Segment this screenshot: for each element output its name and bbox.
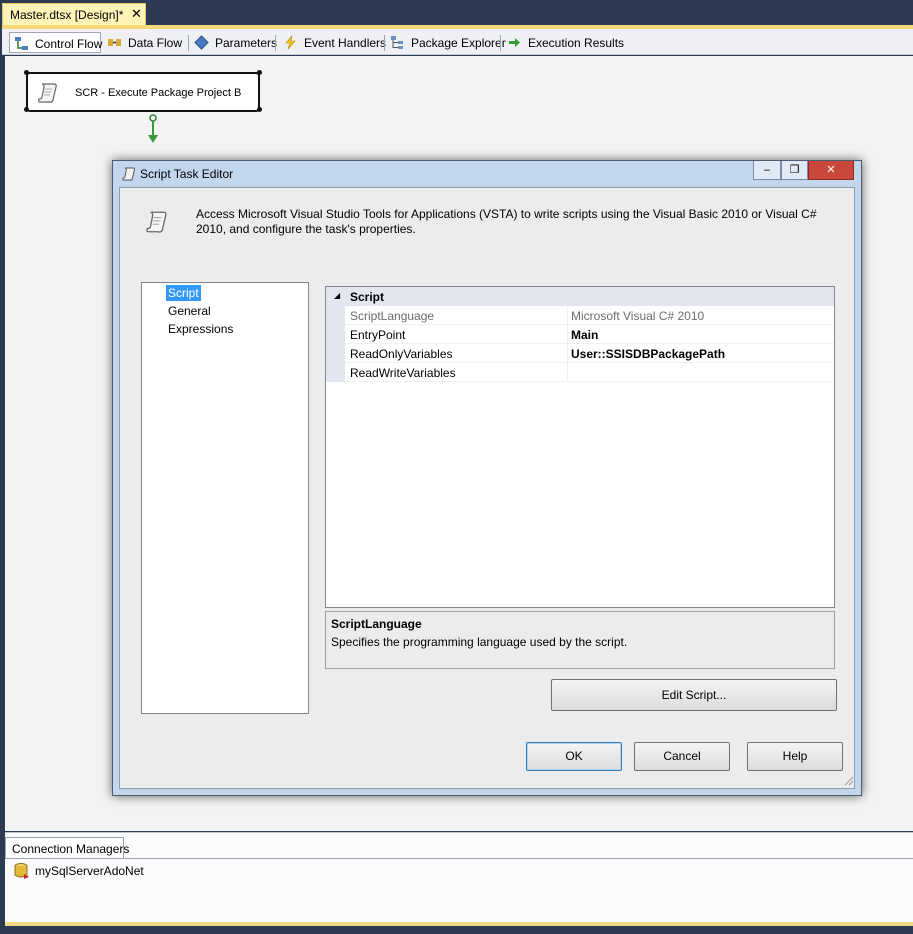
tab-separator [500,35,501,51]
property-row[interactable]: ReadWriteVariables [326,363,834,382]
cancel-button[interactable]: Cancel [634,742,730,771]
database-icon [14,863,29,879]
tab-execution-results[interactable]: Execution Results [503,32,625,53]
help-button[interactable]: Help [747,742,843,771]
property-grid: ◢ Script ScriptLanguage Microsoft Visual… [325,286,835,608]
task-label: SCR - Execute Package Project B [75,87,242,99]
property-row[interactable]: ReadOnlyVariables User::SSISDBPackagePat… [326,344,834,363]
data-flow-icon [108,39,121,46]
connection-managers-panel [5,832,913,925]
resize-grip-icon[interactable] [842,774,854,786]
dialog-description: Access Microsoft Visual Studio Tools for… [196,207,817,236]
resize-handle[interactable] [257,70,262,75]
tab-separator [384,35,385,51]
property-help-pane: ScriptLanguage Specifies the programming… [325,611,835,669]
nav-item-script[interactable]: Script [166,285,201,301]
tab-label: Connection Managers [12,842,130,856]
tab-separator [275,35,276,51]
property-name: ReadWriteVariables [350,366,456,380]
row-gutter [326,325,345,344]
property-value[interactable]: Microsoft Visual C# 2010 [571,309,704,323]
tab-connection-managers[interactable]: Connection Managers [5,837,129,859]
resize-handle[interactable] [24,107,29,112]
resize-handle[interactable] [24,70,29,75]
minimize-button[interactable]: – [753,161,781,180]
close-icon: ✕ [826,164,836,176]
column-divider [567,325,568,344]
tab-label: Execution Results [528,36,625,50]
nav-item-general[interactable]: General [166,303,213,319]
property-name: EntryPoint [350,328,406,342]
connection-manager-item[interactable]: mySqlServerAdoNet [13,862,144,883]
event-handlers-icon [285,35,296,50]
column-divider [567,306,568,325]
tab-separator [188,35,189,51]
tab-data-flow[interactable]: Data Flow [103,32,187,53]
property-value[interactable]: Main [571,328,598,342]
parameters-icon [194,35,209,50]
tab-parameters[interactable]: Parameters [190,32,278,53]
property-value[interactable]: User::SSISDBPackagePath [571,347,725,361]
edit-script-button[interactable]: Edit Script... [551,679,837,711]
tab-label: Event Handlers [304,36,387,50]
document-tab[interactable]: Master.dtsx [Design]* ✕ [2,3,146,25]
tab-package-explorer[interactable]: Package Explorer [386,32,506,53]
nav-item-expressions[interactable]: Expressions [166,321,235,337]
row-gutter [326,306,345,325]
tab-control-flow[interactable]: Control Flow [9,32,103,53]
collapse-icon[interactable]: ◢ [334,291,340,300]
help-title: ScriptLanguage [331,617,422,631]
category-label: Script [350,290,385,304]
column-divider [567,363,568,382]
document-tab-title: Master.dtsx [Design]* [10,8,124,22]
tab-label: Control Flow [35,37,103,51]
resize-handle[interactable] [257,107,262,112]
script-icon [38,83,57,103]
property-name: ReadOnlyVariables [350,347,453,361]
connection-manager-label: mySqlServerAdoNet [35,864,144,878]
help-text: Specifies the programming language used … [331,635,628,649]
minimize-icon: – [763,164,771,176]
tab-label: Data Flow [128,36,183,50]
ok-button[interactable]: OK [526,742,622,771]
editor-nav-list: Script General Expressions [141,282,309,714]
restore-button[interactable]: ❐ [781,161,808,180]
close-icon[interactable]: ✕ [131,6,142,22]
row-gutter [326,344,345,363]
column-divider [567,344,568,363]
bottom-rule [5,922,913,926]
restore-icon: ❐ [789,164,800,176]
control-flow-icon [15,37,28,50]
tab-label: Parameters [215,36,278,50]
script-task-editor-dialog: Script Task Editor – ❐ ✕ Access Microsof… [112,160,862,796]
panel-rule [5,858,913,859]
property-name: ScriptLanguage [350,309,435,323]
property-row[interactable]: EntryPoint Main [326,325,834,344]
designer-tab-strip: Control Flow Data Flow Parameters Event … [2,29,913,55]
precedence-constraint-arrow[interactable] [145,112,163,146]
script-task-box[interactable]: SCR - Execute Package Project B [24,70,262,112]
script-icon [122,167,135,181]
property-row[interactable]: ScriptLanguage Microsoft Visual C# 2010 [326,306,834,325]
property-category[interactable]: ◢ Script [326,287,834,306]
dialog-title: Script Task Editor [140,167,234,181]
row-gutter [326,363,345,382]
close-button[interactable]: ✕ [808,161,854,180]
package-explorer-icon [391,36,403,49]
tab-event-handlers[interactable]: Event Handlers [279,32,387,53]
tab-label: Package Explorer [411,36,506,50]
dialog-body: Access Microsoft Visual Studio Tools for… [119,187,855,789]
execution-results-icon [509,38,520,47]
script-icon [146,211,167,233]
